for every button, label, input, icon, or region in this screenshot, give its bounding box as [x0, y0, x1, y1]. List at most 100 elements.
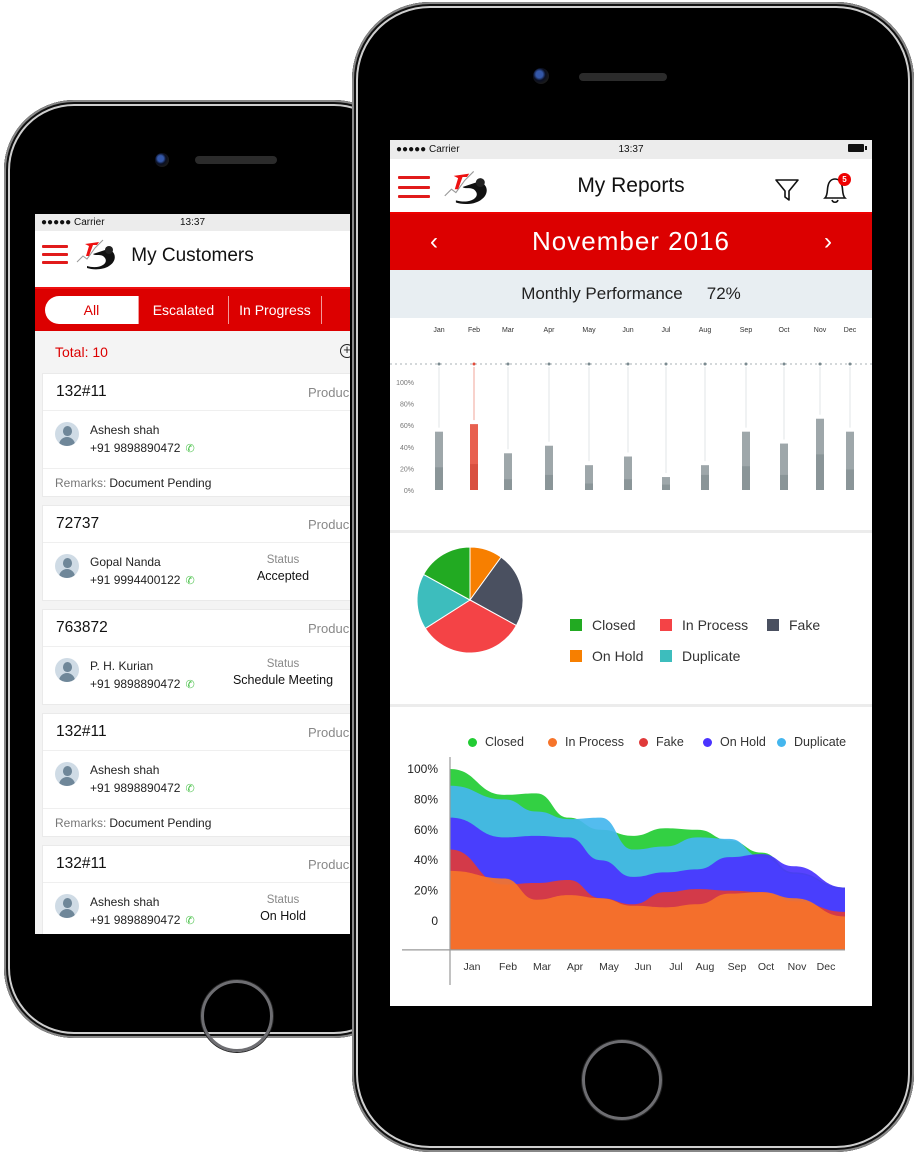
customer-phone: +91 9994400122: [90, 573, 181, 587]
notification-badge: 5: [838, 173, 851, 186]
customer-card[interactable]: 763872 Produc P. H. Kurian +91 9898890472 ✆ S…: [42, 609, 350, 705]
pie-legend-item: In Process: [660, 617, 748, 633]
add-icon[interactable]: +: [340, 343, 350, 358]
area-x-tick-label: Sep: [728, 961, 747, 973]
customer-phone-row: +91 9898890472 ✆: [90, 779, 195, 798]
bar-marker-dot: [626, 362, 630, 366]
status-value: On Hold: [260, 909, 306, 923]
battery-icon: [848, 144, 867, 152]
bar-x-tick-label: Sep: [740, 327, 753, 334]
status-label: Status: [266, 894, 300, 906]
customer-card[interactable]: 72737 Produc Gopal Nanda +91 9994400122 ✆ Sta…: [42, 505, 350, 601]
status-value: Schedule Meeting: [232, 673, 334, 687]
home-button[interactable]: [582, 1040, 662, 1120]
legend-dot: [468, 737, 477, 747]
tab-in-progress[interactable]: In Progress: [227, 296, 321, 324]
area-legend-item: Duplicate: [777, 735, 846, 749]
pie-legend-item: Closed: [570, 617, 636, 633]
customer-card[interactable]: 132#11 Produc Ashesh shah +91 9898890472 ✆ St…: [42, 845, 350, 934]
customer-name: Gopal Nanda: [90, 555, 161, 569]
avatar: [55, 657, 79, 682]
performance-value: 72%: [706, 284, 741, 303]
product-label: Produc: [308, 384, 350, 400]
remarks-text: Document Pending: [109, 815, 212, 830]
tab-all[interactable]: All: [45, 296, 138, 324]
area-y-tick-label: 20%: [414, 884, 438, 898]
pie-legend-item: On Hold: [570, 648, 643, 664]
bar-base[interactable]: [470, 464, 478, 490]
bar-marker-dot: [703, 362, 707, 366]
bar-base[interactable]: [435, 467, 443, 490]
customer-card[interactable]: 132#11 Produc Ashesh shah +91 9898890472 ✆ Re…: [42, 373, 350, 497]
legend-swatch: [570, 650, 582, 662]
bar-base[interactable]: [504, 479, 512, 490]
bar-y-tick-label: 40%: [400, 445, 414, 452]
area-x-tick-label: Jul: [669, 961, 682, 973]
legend-label: Closed: [485, 735, 524, 749]
card-header: 763872 Produc: [43, 610, 350, 647]
status-bar: ●●●●● Carrier 13:37: [35, 214, 350, 231]
status-time: 13:37: [618, 144, 644, 155]
legend-swatch: [660, 650, 672, 662]
bar-base[interactable]: [816, 454, 824, 490]
bar-marker-dot: [437, 362, 441, 366]
next-month-button[interactable]: ›: [824, 228, 832, 256]
bar-base[interactable]: [742, 466, 750, 490]
legend-label: Closed: [592, 617, 636, 633]
area-x-tick-label: Apr: [567, 961, 584, 973]
reports-screen: ●●●●● Carrier 13:37 My Reports 5 ‹ Novem…: [390, 140, 872, 1006]
remarks-label: Remarks:: [55, 815, 107, 830]
bar-marker-dot: [818, 362, 822, 366]
card-body: Ashesh shah +91 9898890472 ✆: [43, 411, 350, 468]
call-icon[interactable]: ✆: [185, 679, 194, 691]
bar-base[interactable]: [701, 474, 709, 490]
customers-screen: ●●●●● Carrier 13:37 My Customers All Esc…: [35, 214, 350, 934]
product-label: Produc: [308, 620, 350, 636]
call-icon[interactable]: ✆: [185, 915, 194, 927]
bar-marker-dot: [848, 362, 852, 366]
customer-name: Ashesh shah: [90, 895, 160, 909]
bar-base[interactable]: [545, 474, 553, 490]
total-row: Total: 10 +: [35, 331, 350, 373]
pie-legend-item: Duplicate: [660, 648, 740, 664]
bar-marker-dot: [744, 362, 748, 366]
call-icon[interactable]: ✆: [185, 443, 194, 455]
bar-marker-dot: [472, 362, 476, 366]
customer-name: Ashesh shah: [90, 763, 160, 777]
bar-marker-dot: [664, 362, 668, 366]
call-icon[interactable]: ✆: [185, 575, 194, 587]
pie-chart-section: Closed In Process Fake On Hold Duplicate: [390, 533, 872, 707]
bar-base[interactable]: [662, 484, 670, 490]
bar-base[interactable]: [585, 483, 593, 490]
legend-dot: [639, 737, 648, 747]
bar-y-tick-label: 20%: [400, 466, 414, 473]
area-x-tick-label: Feb: [499, 961, 517, 973]
customer-id: 132#11: [56, 723, 107, 740]
card-body: Ashesh shah +91 9898890472 ✆: [43, 751, 350, 808]
customer-phone-row: +91 9898890472 ✆: [90, 911, 195, 930]
area-x-tick-label: Oct: [758, 961, 774, 973]
customer-id: 132#11: [56, 855, 107, 872]
bar-base[interactable]: [624, 479, 632, 490]
customer-card[interactable]: 132#11 Produc Ashesh shah +91 9898890472 ✆ Re…: [42, 713, 350, 837]
tab-more[interactable]: [320, 296, 350, 324]
status-label: Status: [266, 658, 300, 670]
area-x-tick-label: Dec: [817, 961, 836, 973]
card-body: Gopal Nanda +91 9994400122 ✆ Status Accepted: [43, 543, 350, 600]
tab-escalated[interactable]: Escalated: [137, 296, 228, 324]
bar-base[interactable]: [846, 469, 854, 490]
area-legend-item: In Process: [548, 735, 624, 749]
area-y-tick-label: 0: [431, 914, 438, 928]
pie-legend-item: Fake: [767, 617, 820, 633]
area-x-tick-label: Jan: [464, 961, 481, 973]
bar-x-tick-label: Feb: [468, 327, 480, 334]
call-icon[interactable]: ✆: [185, 783, 194, 795]
speaker-grille: [195, 156, 277, 164]
legend-dot: [703, 737, 712, 747]
monthly-performance: Monthly Performance 72%: [390, 270, 872, 318]
bar-base[interactable]: [780, 474, 788, 490]
card-body: P. H. Kurian +91 9898890472 ✆ Status Schedul…: [43, 647, 350, 704]
area-y-tick-label: 80%: [414, 792, 438, 806]
filter-icon[interactable]: [774, 177, 800, 203]
home-button[interactable]: [201, 980, 273, 1052]
